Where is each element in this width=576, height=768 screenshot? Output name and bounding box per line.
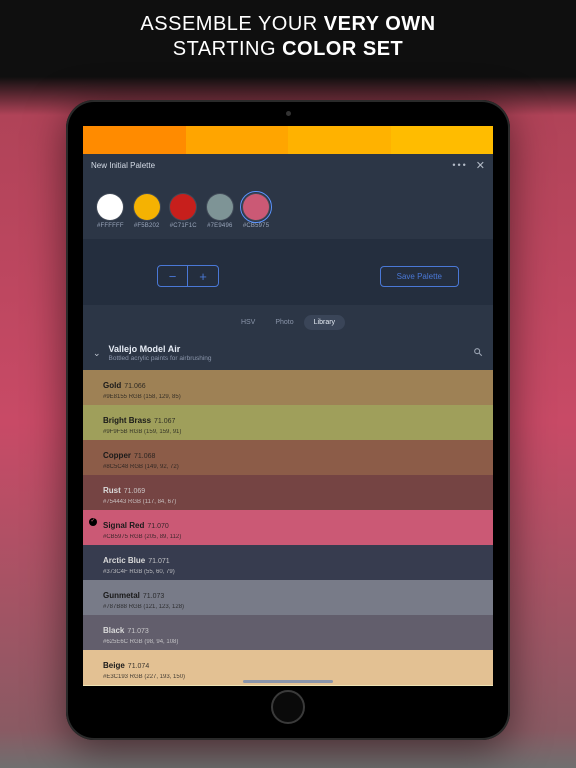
- tab-photo[interactable]: Photo: [265, 315, 303, 330]
- paint-sub: #787B88 RGB (121, 123, 128): [103, 604, 483, 610]
- paint-row[interactable]: Copper71.068 #8C5C48 RGB (149, 92, 72): [83, 440, 493, 475]
- close-icon[interactable]: ✕: [476, 159, 485, 172]
- paint-code: 71.067: [154, 418, 175, 425]
- library-title-block: Vallejo Model Air Bottled acrylic paints…: [109, 344, 212, 362]
- modal-header: New Initial Palette ••• ✕: [83, 154, 493, 176]
- paint-row[interactable]: Signal Red71.070 #CB5975 RGB (205, 89, 11…: [83, 510, 493, 545]
- swatch[interactable]: [288, 126, 391, 154]
- paint-name: Arctic Blue: [103, 556, 145, 565]
- minus-button[interactable]: −: [158, 266, 188, 286]
- paint-row[interactable]: Black71.073 #625E6C RGB (98, 94, 108): [83, 615, 493, 650]
- color-hex-label: #F5B202: [134, 223, 160, 229]
- library-name: Vallejo Model Air: [109, 344, 212, 354]
- color-dot[interactable]: [207, 194, 233, 220]
- paint-sub: #754443 RGB (117, 84, 67): [103, 499, 483, 505]
- paint-code: 71.071: [148, 558, 169, 565]
- save-palette-button[interactable]: Save Palette: [380, 266, 459, 287]
- paint-name: Signal Red: [103, 521, 144, 530]
- swatch-bar: [83, 126, 493, 154]
- paint-code: 71.068: [134, 453, 155, 460]
- paint-code: 71.070: [147, 523, 168, 530]
- headline-text: ASSEMBLE YOUR: [140, 13, 323, 35]
- headline-text: STARTING: [173, 38, 282, 60]
- headline-bold: VERY OWN: [324, 13, 436, 35]
- home-button[interactable]: [271, 690, 305, 724]
- paint-row[interactable]: Rust71.069 #754443 RGB (117, 84, 67): [83, 475, 493, 510]
- chevron-down-icon: ⌄: [93, 348, 101, 359]
- paint-name: Gunmetal: [103, 591, 140, 600]
- home-indicator: [243, 680, 333, 683]
- search-icon[interactable]: [473, 344, 483, 362]
- color-dot[interactable]: [134, 194, 160, 220]
- paint-sub: #625E6C RGB (98, 94, 108): [103, 639, 483, 645]
- paint-sub: #373C4F RGB (55, 60, 79): [103, 569, 483, 575]
- library-subtitle: Bottled acrylic paints for airbrushing: [109, 355, 212, 362]
- bezel: [66, 100, 510, 126]
- paint-code: 71.073: [127, 628, 148, 635]
- palette-color[interactable]: #F5B202: [134, 194, 160, 229]
- tab-hsv[interactable]: HSV: [231, 315, 265, 330]
- plus-button[interactable]: +: [188, 266, 218, 286]
- paint-sub: #9F9F5B RGB (159, 159, 91): [103, 429, 483, 435]
- paint-list[interactable]: Gold71.066 #9E8155 RGB (158, 129, 85) Brig…: [83, 370, 493, 686]
- tab-library[interactable]: Library: [304, 315, 345, 330]
- paint-name: Black: [103, 626, 124, 635]
- paint-sub: #8C5C48 RGB (149, 92, 72): [103, 464, 483, 470]
- paint-sub: #9E8155 RGB (158, 129, 85): [103, 394, 483, 400]
- paint-name: Copper: [103, 451, 131, 460]
- paint-code: 71.073: [143, 593, 164, 600]
- tablet-frame: New Initial Palette ••• ✕ #FFFFFF #F5B202…: [66, 100, 510, 740]
- color-hex-label: #7E9496: [207, 223, 232, 229]
- palette-color[interactable]: #CB5975: [243, 194, 269, 229]
- controls-bar: − + Save Palette: [83, 239, 493, 305]
- swatch[interactable]: [83, 126, 186, 154]
- paint-code: 71.066: [124, 383, 145, 390]
- paint-row[interactable]: Bright Brass71.067 #9F9F5B RGB (159, 159,…: [83, 405, 493, 440]
- paint-row[interactable]: Ivory71.075: [83, 685, 493, 686]
- color-dot[interactable]: [97, 194, 123, 220]
- color-dot[interactable]: [170, 194, 196, 220]
- promo-headline: ASSEMBLE YOUR VERY OWN STARTING COLOR SE…: [0, 12, 576, 62]
- swatch[interactable]: [186, 126, 289, 154]
- color-dot[interactable]: [243, 194, 269, 220]
- palette-color[interactable]: #7E9496: [207, 194, 233, 229]
- paint-code: 71.069: [124, 488, 145, 495]
- paint-code: 71.074: [128, 663, 149, 670]
- headline-bold: COLOR SET: [282, 38, 403, 60]
- color-hex-label: #CB5975: [243, 223, 269, 229]
- color-hex-label: #FFFFFF: [97, 223, 124, 229]
- swatch[interactable]: [391, 126, 494, 154]
- paint-name: Gold: [103, 381, 121, 390]
- palette-color[interactable]: #C71F1C: [170, 194, 197, 229]
- palette-row: #FFFFFF #F5B202 #C71F1C #7E9496 #CB5975: [83, 176, 493, 239]
- paint-row[interactable]: Gold71.066 #9E8155 RGB (158, 129, 85): [83, 370, 493, 405]
- library-header[interactable]: ⌄ Vallejo Model Air Bottled acrylic pain…: [83, 338, 493, 370]
- camera-dot: [286, 111, 291, 116]
- paint-row[interactable]: Gunmetal71.073 #787B88 RGB (121, 123, 128…: [83, 580, 493, 615]
- modal-title: New Initial Palette: [91, 161, 452, 170]
- stepper: − +: [157, 265, 219, 287]
- paint-name: Beige: [103, 661, 125, 670]
- more-icon[interactable]: •••: [452, 160, 467, 170]
- paint-row[interactable]: Arctic Blue71.071 #373C4F RGB (55, 60, 79…: [83, 545, 493, 580]
- palette-color[interactable]: #FFFFFF: [97, 194, 124, 229]
- paint-sub: #CB5975 RGB (205, 89, 112): [103, 534, 483, 540]
- app-screen: New Initial Palette ••• ✕ #FFFFFF #F5B202…: [83, 126, 493, 686]
- color-hex-label: #C71F1C: [170, 223, 197, 229]
- paint-name: Bright Brass: [103, 416, 151, 425]
- tabs: HSV Photo Library: [83, 305, 493, 338]
- paint-name: Rust: [103, 486, 121, 495]
